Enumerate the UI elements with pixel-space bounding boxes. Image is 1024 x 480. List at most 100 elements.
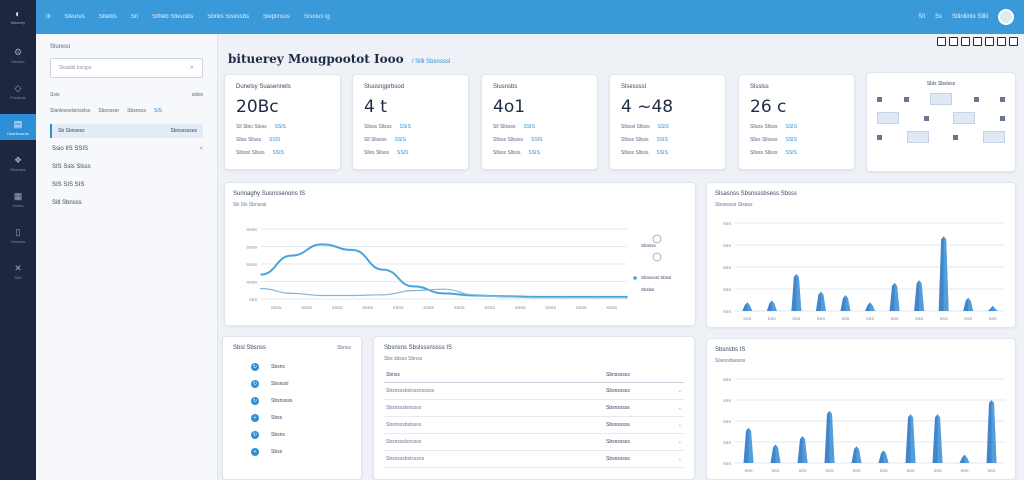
filter-4[interactable]: SIS — [154, 108, 162, 114]
selected-list-item[interactable]: Sb Sbnsess Sbnssssses — [50, 124, 203, 138]
left-list-item[interactable]: Ssio IIS SSIS < — [50, 146, 203, 152]
bar-highlight — [747, 302, 753, 311]
top-nav-item[interactable]: Ill — [46, 14, 50, 20]
kpi-detail-value[interactable]: SSIS — [275, 124, 286, 130]
table-row[interactable]: Sbsnsssbslssss Sbsnsssss ⌄ — [384, 416, 684, 434]
thumbnail[interactable] — [982, 131, 1005, 143]
table-row[interactable]: Sbsnssslsnssss Sbsnsssss ⌄ — [384, 399, 684, 417]
top-nav-item[interactable]: Sleplinsss — [263, 14, 290, 20]
kpi-detail-value[interactable]: SSIS — [531, 137, 542, 143]
kpi-detail-value[interactable]: SSIS — [786, 124, 797, 130]
kpi-detail-value[interactable]: SSIS — [397, 150, 408, 156]
list-card-action[interactable]: Sbnss — [337, 345, 351, 351]
column-header[interactable]: Sbnssssss — [604, 368, 674, 383]
kpi-detail-value[interactable]: SSIS — [657, 137, 668, 143]
bar-chart-card-2: Sbsnsbs IS Slsessbsesss SSS SSS SSS SSS SSS S… — [706, 338, 1016, 480]
page-subtitle-link[interactable]: / Sllll Sbsnsssl — [412, 59, 450, 65]
table-row[interactable]: Sbsnsssbslsssnsssss Sbsnsssss ⌄ — [384, 382, 684, 400]
rail-item[interactable]: ❖ Modules — [0, 150, 36, 176]
top-nav-item[interactable]: Sfflleb Sfleusbs — [152, 14, 193, 20]
app-logo[interactable]: ◐ bituerey — [7, 6, 29, 28]
column-header[interactable]: Sbnss — [384, 368, 604, 383]
refresh-icon: + — [251, 414, 259, 422]
data-point — [321, 243, 323, 246]
kpi-detail-value[interactable]: SSIS — [269, 137, 280, 143]
share-icon[interactable] — [985, 37, 994, 46]
x-tick-label: SSSS — [301, 305, 312, 310]
kpi-label: Slusnsbs — [493, 84, 518, 90]
table-row[interactable]: Sbsnssslsnssss Sbsnsssss ⌄ — [384, 433, 684, 451]
grid-icon[interactable] — [937, 37, 946, 46]
list-item[interactable]: ↻ Sbsns — [251, 431, 351, 439]
kpi-detail-value[interactable]: SSIS — [658, 124, 669, 130]
kpi-card[interactable]: Slsessssl 4 ~48 Sllsssl Sllsss SSIS Sllsss S… — [609, 74, 726, 170]
top-nav-item[interactable]: Srl — [131, 14, 138, 20]
chevron-down-icon[interactable]: ⌄ — [674, 382, 684, 400]
thumbnail[interactable] — [906, 131, 929, 143]
top-action-1[interactable]: Sll — [918, 14, 925, 20]
filter-2[interactable]: Sbsnsser — [98, 108, 119, 114]
kpi-detail-value[interactable]: SSIS — [400, 124, 411, 130]
left-list-item[interactable]: SIS Ssls Slsss — [50, 164, 203, 170]
kpi-detail-value[interactable]: SSIS — [657, 150, 668, 156]
top-nav-item[interactable]: Sbnlis Sisinisbs — [207, 14, 249, 20]
close-icon[interactable]: ✕ — [190, 65, 194, 71]
more-icon[interactable] — [1009, 37, 1018, 46]
list-item[interactable]: + Sbss — [251, 448, 351, 456]
search-input[interactable]: Skatsbl bscgsr ✕ — [50, 58, 203, 78]
kpi-card[interactable]: Slsslss 26 c Sllsss Sllsss SSIS Sllss Sllsss… — [738, 74, 855, 170]
rail-item[interactable]: ✕ Sett — [0, 258, 36, 284]
chevron-down-icon[interactable]: ⌄ — [674, 399, 684, 417]
kpi-card[interactable]: Sluusngprbsod 4 t Sllsss Sllsss SSIS Sll Sll… — [352, 74, 469, 170]
kpi-detail-value[interactable]: SSIS — [273, 150, 284, 156]
x-tick-label: SSS — [879, 468, 887, 473]
kpi-detail-row: Sllsssl Sllsss SSIS — [621, 124, 714, 130]
x-tick-label: SSS — [792, 316, 800, 321]
left-list-item[interactable]: SIS SIS SIS — [50, 182, 203, 188]
bar-chart-1: SSS SSS SSS SSS SSS SSS SSS SSS SSS SSS SSS SSS SSS S… — [723, 221, 1005, 321]
section-action[interactable]: sdsis — [192, 92, 203, 98]
rail-item[interactable]: ▤ Dashboards — [0, 114, 36, 140]
chevron-down-icon[interactable]: ⌄ — [674, 433, 684, 451]
list-icon[interactable] — [949, 37, 958, 46]
list-item[interactable]: + Sbss — [251, 414, 351, 422]
rail-item[interactable]: ⚙ Dsnbrd — [0, 42, 36, 68]
top-action-2[interactable]: Ss — [935, 14, 942, 20]
kpi-card[interactable]: Slusnsbs 4o1 Sll Sllssss SSIS Sllsss Sllssss… — [481, 74, 598, 170]
left-list-item[interactable]: Sitl Sbnsss — [50, 200, 203, 206]
rail-item[interactable]: ▦ Suites — [0, 186, 36, 212]
table-row[interactable]: Sbsnsssbslsssns Sbsnsssss ⌄ — [384, 450, 684, 468]
rail-item[interactable]: ◇ Products — [0, 78, 36, 104]
kpi-detail-value[interactable]: SSIS — [529, 150, 540, 156]
rail-item[interactable]: ▯ Devices — [0, 222, 36, 248]
avatar[interactable] — [998, 9, 1014, 25]
thumbnail[interactable] — [877, 112, 899, 124]
legend-marker[interactable] — [652, 252, 662, 262]
filter-1[interactable]: Slanlesselsinsslss — [50, 108, 90, 114]
rail-item-label: Sett — [14, 274, 22, 280]
user-menu[interactable]: Stlinllinlo Slllli — [952, 14, 988, 20]
kpi-detail-value[interactable]: SSIS — [395, 137, 406, 143]
top-nav-item[interactable]: Sisoius ig — [304, 14, 330, 20]
x-tick-label: SSS — [989, 316, 997, 321]
kpi-detail-value[interactable]: SSIS — [786, 137, 797, 143]
filter-3[interactable]: Sbsnsss — [127, 108, 146, 114]
thumbnail[interactable] — [930, 93, 952, 105]
filter-icon[interactable] — [961, 37, 970, 46]
chevron-down-icon[interactable]: ⌄ — [674, 450, 684, 468]
kpi-detail-value[interactable]: SSIS — [524, 124, 535, 130]
kpi-detail-value[interactable]: SSIS — [786, 150, 797, 156]
kpi-detail-label: Sllsss Sllsss — [364, 124, 392, 130]
list-item[interactable]: ↻ Sbsnssl — [251, 380, 351, 388]
chevron-down-icon[interactable]: ⌄ — [674, 416, 684, 434]
list-item[interactable]: ↻ Sbsns — [251, 363, 351, 371]
thumbnail[interactable] — [953, 112, 976, 124]
legend-marker[interactable] — [652, 234, 662, 244]
top-nav-item[interactable]: Sfleibs — [99, 14, 117, 20]
table-header-row: Sbnss Sbnssssss — [384, 368, 684, 383]
top-nav-item[interactable]: Sleurus — [64, 14, 84, 20]
list-item[interactable]: ↻ Sbsnssss — [251, 397, 351, 405]
kpi-card[interactable]: Dunelsy Suasennels 20Bc Sll Sbio Sloss SSIS… — [224, 74, 341, 170]
settings-icon[interactable] — [997, 37, 1006, 46]
export-icon[interactable] — [973, 37, 982, 46]
